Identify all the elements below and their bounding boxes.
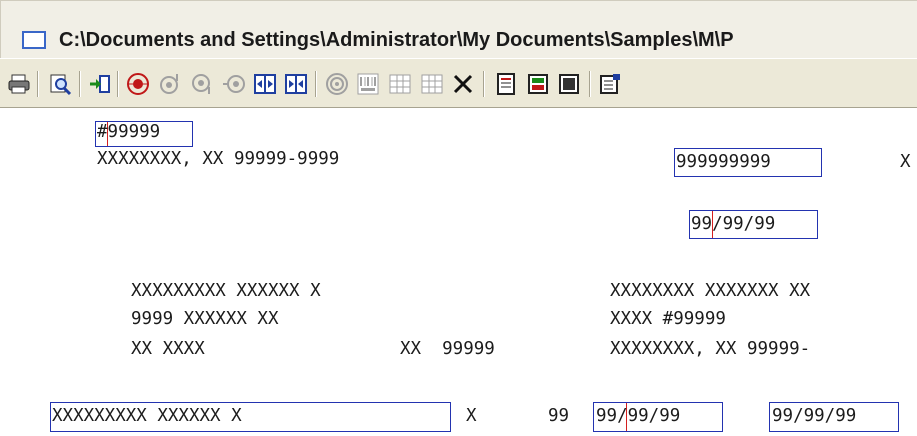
- address-left-line-3b: XX 99999: [400, 339, 495, 359]
- address-left-line-2: 9999 XXXXXX XX: [131, 309, 279, 329]
- bottom-name-text: XXXXXXXXX XXXXXX X: [52, 406, 242, 426]
- print-preview-icon[interactable]: [48, 72, 72, 96]
- toolbar: [0, 58, 917, 108]
- radar-icon[interactable]: [325, 72, 349, 96]
- address-left-line-1: XXXXXXXXX XXXXXX X: [131, 281, 321, 301]
- city-state-zip-text: XXXXXXXX, XX 99999-9999: [97, 149, 340, 169]
- doc-icon[interactable]: [494, 72, 518, 96]
- address-left-line-3a: XX XXXX: [131, 339, 205, 359]
- move-down-icon[interactable]: [190, 72, 214, 96]
- delete-icon[interactable]: [451, 72, 475, 96]
- address-right-line-2: XXXX #99999: [610, 309, 726, 329]
- window-icon[interactable]: [22, 31, 46, 49]
- properties-icon[interactable]: [598, 72, 622, 96]
- panel-icon[interactable]: [557, 72, 581, 96]
- grid-icon[interactable]: [388, 72, 412, 96]
- bottom-date-2-text: 99/99/99: [772, 406, 857, 426]
- account-number-text: 999999999: [676, 152, 771, 172]
- address-right-line-1: XXXXXXXX XXXXXXX XX: [610, 281, 811, 301]
- grid2-icon[interactable]: [420, 72, 444, 96]
- window-title: C:\Documents and Settings\Administrator\…: [59, 29, 734, 51]
- invoice-number-text: #99999: [97, 122, 161, 142]
- move-left-icon[interactable]: [222, 72, 246, 96]
- collapse-icon[interactable]: [284, 72, 308, 96]
- print-icon[interactable]: [7, 72, 31, 96]
- date-field-1-text: 99/99/99: [691, 214, 776, 234]
- report-canvas: #99999 XXXXXXXX, XX 99999-9999 999999999…: [0, 108, 917, 436]
- bottom-x-text: X: [466, 406, 477, 426]
- address-right-line-3: XXXXXXXX, XX 99999-: [610, 339, 811, 359]
- window-titlebar: C:\Documents and Settings\Administrator\…: [0, 0, 917, 58]
- trailing-x-text: X: [900, 152, 911, 172]
- move-up-icon[interactable]: [158, 72, 182, 96]
- bottom-99-text: 99: [548, 406, 570, 426]
- expand-icon[interactable]: [253, 72, 277, 96]
- insert-field-icon[interactable]: [88, 72, 112, 96]
- barcode-icon[interactable]: [356, 72, 380, 96]
- bottom-date-1-text: 99/99/99: [596, 406, 681, 426]
- form-icon[interactable]: [526, 72, 550, 96]
- target-icon[interactable]: [126, 72, 150, 96]
